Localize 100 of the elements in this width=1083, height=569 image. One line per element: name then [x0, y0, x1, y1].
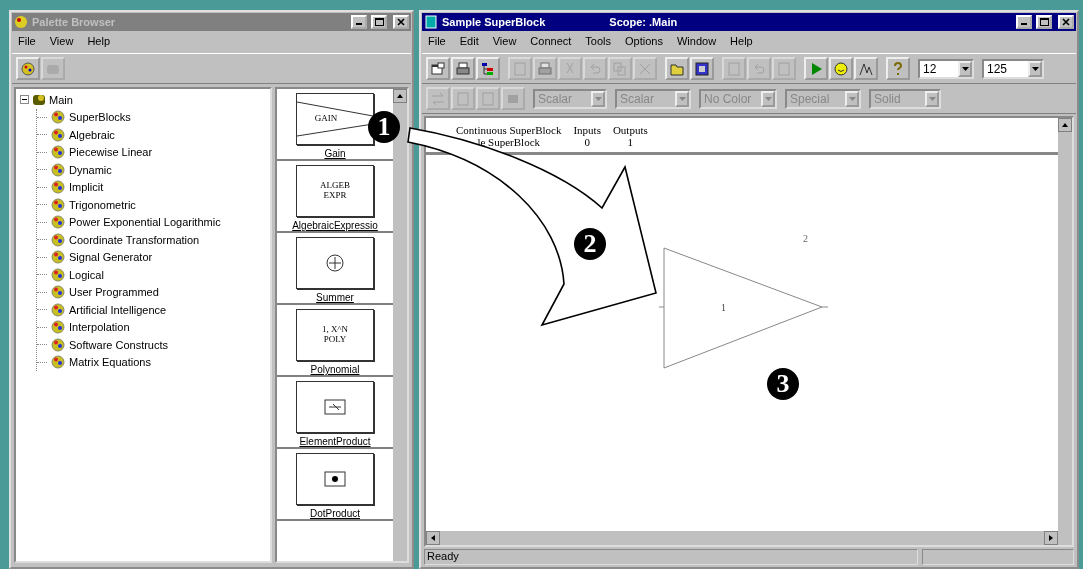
smiley-button[interactable] — [829, 57, 853, 80]
close-icon — [1062, 18, 1070, 26]
status-text: Ready — [424, 548, 918, 565]
maximize-icon — [1039, 18, 1049, 26]
menu-item[interactable]: Edit — [459, 35, 479, 49]
menu-item[interactable]: Help — [87, 35, 110, 49]
block-label: ElementProduct — [299, 436, 371, 447]
tree-item[interactable]: Piecewise Linear — [69, 146, 153, 159]
tree-button[interactable] — [476, 57, 500, 80]
menu-item[interactable]: View — [492, 35, 517, 49]
menu-item[interactable]: Tools — [585, 35, 612, 49]
minimize-button[interactable] — [351, 15, 367, 29]
palette-icon — [50, 145, 66, 160]
maximize-button[interactable] — [371, 15, 387, 29]
block-symbol-text: GAIN — [314, 114, 338, 124]
tree-item[interactable]: Artificial Intelligence — [69, 303, 167, 316]
palette-icon — [50, 302, 66, 317]
collapse-toggle[interactable] — [20, 95, 29, 105]
matrix-icon — [324, 399, 346, 415]
scrollbar[interactable] — [426, 531, 1058, 545]
palette-icon — [50, 267, 66, 282]
window-button[interactable] — [426, 57, 450, 80]
caret-icon — [928, 96, 936, 101]
block-thumbnail[interactable] — [296, 453, 374, 505]
minimize-icon — [1021, 23, 1027, 25]
document-icon — [480, 90, 496, 107]
app-icon — [14, 15, 28, 29]
block-label: DotProduct — [310, 508, 360, 519]
block-number: 2 — [803, 233, 808, 244]
close-icon — [397, 18, 405, 26]
palette-icon — [50, 285, 66, 300]
window-title: Palette Browser — [32, 16, 116, 28]
menu-item[interactable]: Connect — [530, 35, 572, 49]
maximize-button[interactable] — [1036, 15, 1052, 29]
palette-icon — [50, 197, 66, 212]
smiley-icon — [833, 60, 849, 77]
block-label: Summer — [316, 292, 354, 303]
tree-item[interactable]: Main — [49, 93, 73, 106]
tree-item[interactable]: Implicit — [69, 181, 104, 194]
scrollbar[interactable] — [393, 89, 407, 561]
tree-item[interactable]: User Programmed — [69, 286, 159, 299]
document-icon — [726, 60, 742, 77]
question-button[interactable] — [886, 57, 910, 80]
block-thumbnail[interactable]: ALGEB EXPR — [296, 165, 374, 217]
tree-item[interactable]: Matrix Equations — [69, 356, 151, 369]
menu-item[interactable]: File — [428, 35, 446, 49]
palette-icon — [50, 180, 66, 195]
block-thumbnail[interactable] — [296, 237, 374, 289]
scrollbar[interactable] — [1058, 118, 1072, 545]
dropdown[interactable]: 125 — [982, 58, 1044, 79]
menu-item[interactable]: File — [18, 35, 36, 49]
window-title: Sample SuperBlock — [442, 16, 546, 28]
tree-icon — [480, 60, 496, 77]
palette-icon — [50, 355, 66, 370]
palette-icon — [20, 60, 36, 77]
copy-icon — [612, 60, 628, 77]
block-thumbnail[interactable] — [296, 381, 374, 433]
tree-item[interactable]: Trigonometric — [69, 198, 136, 211]
tree-item[interactable]: Software Constructs — [69, 338, 169, 351]
palette-button[interactable] — [16, 57, 40, 80]
close-button[interactable] — [1058, 15, 1074, 29]
tree-item[interactable]: Algebraic — [69, 128, 115, 141]
printer-button[interactable] — [451, 57, 475, 80]
palette-icon — [50, 337, 66, 352]
swap-icon — [430, 90, 446, 107]
tree-item[interactable]: Coordinate Transformation — [69, 233, 200, 246]
menu-item[interactable]: Help — [730, 35, 753, 49]
tree-item[interactable]: Logical — [69, 268, 104, 281]
column-header: Continuous SuperBlock — [456, 124, 562, 136]
tree-item[interactable]: Interpolation — [69, 321, 130, 334]
play-button[interactable] — [804, 57, 828, 80]
menu-item[interactable]: Options — [625, 35, 663, 49]
window-icon — [430, 60, 446, 77]
block-thumbnail[interactable]: 1, X^N POLY — [296, 309, 374, 361]
tree-item[interactable]: Dynamic — [69, 163, 112, 176]
minimize-button[interactable] — [1016, 15, 1032, 29]
folder-icon — [32, 92, 46, 107]
table-cell-text: 0 — [583, 136, 591, 148]
graph-button[interactable] — [854, 57, 878, 80]
tree-item[interactable]: Power Exponential Logarithmic — [69, 216, 221, 229]
document-icon — [455, 90, 471, 107]
block-thumbnail[interactable]: GAIN — [296, 93, 374, 145]
block-number: 1 — [721, 302, 726, 313]
scroll-left-icon — [426, 531, 440, 545]
close-button[interactable] — [393, 15, 409, 29]
caret-icon — [594, 96, 602, 101]
block-label: Gain — [324, 148, 346, 159]
menu-item[interactable]: View — [49, 35, 74, 49]
printer-icon — [537, 60, 553, 77]
menu-item[interactable]: Window — [676, 35, 717, 49]
picture-button[interactable] — [690, 57, 714, 80]
block-symbol-text: ALGEB EXPR — [320, 181, 350, 201]
palette-icon — [50, 250, 66, 265]
scroll-up-icon — [393, 89, 407, 103]
tree-item[interactable]: Signal Generator — [69, 251, 153, 264]
dropdown[interactable]: 12 — [918, 58, 974, 79]
caret-icon — [678, 96, 686, 101]
folder-button[interactable] — [665, 57, 689, 80]
caret-icon — [764, 96, 772, 101]
tree-item[interactable]: SuperBlocks — [69, 111, 131, 124]
